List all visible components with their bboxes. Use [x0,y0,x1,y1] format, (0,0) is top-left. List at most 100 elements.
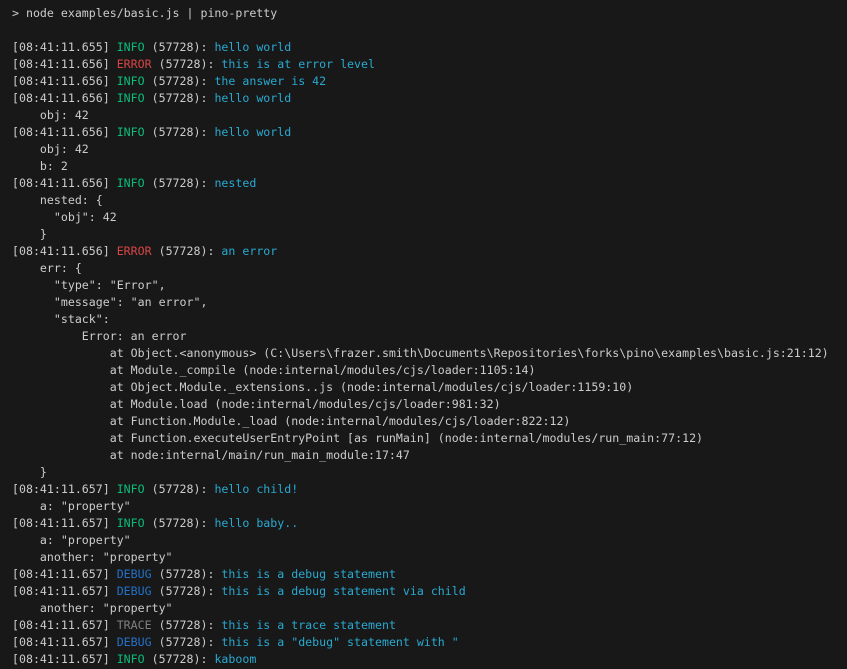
log-message: this is a debug statement [221,567,396,581]
pid: (57728): [152,618,222,632]
terminal-line: [08:41:11.656] ERROR (57728): an error [12,243,847,260]
timestamp: [08:41:11.657] [12,584,117,598]
log-level: TRACE [117,618,152,632]
pid: (57728): [152,244,222,258]
pid: (57728): [145,91,215,105]
terminal-line: [08:41:11.656] INFO (57728): nested [12,175,847,192]
property: } [12,227,47,241]
terminal-line: a: "property" [12,498,847,515]
terminal-line: obj: 42 [12,107,847,124]
log-message: hello baby.. [214,516,298,530]
log-level: INFO [117,125,145,139]
property: "stack": [12,312,110,326]
pid: (57728): [145,125,215,139]
log-level: INFO [117,74,145,88]
property: a: "property" [12,533,131,547]
terminal-line: [08:41:11.657] DEBUG (57728): this is a … [12,583,847,600]
prompt-symbol: > [12,6,26,20]
log-level: DEBUG [117,567,152,581]
log-level: INFO [117,482,145,496]
log-level: INFO [117,652,145,666]
terminal-line: at Module.load (node:internal/modules/cj… [12,396,847,413]
terminal-line: [08:41:11.657] DEBUG (57728): this is a … [12,634,847,651]
terminal-line: [08:41:11.657] INFO (57728): hello child… [12,481,847,498]
log-message: nested [214,176,256,190]
log-level: DEBUG [117,584,152,598]
property: another: "property" [12,550,173,564]
terminal-line: [08:41:11.655] INFO (57728): hello world [12,39,847,56]
terminal-line: Error: an error [12,328,847,345]
log-level: ERROR [117,244,152,258]
terminal-line: at Function.executeUserEntryPoint [as ru… [12,430,847,447]
stack-line: Error: an error [12,329,187,343]
stack-line: at Object.<anonymous> (C:\Users\frazer.s… [12,346,829,360]
property: nested: { [12,193,103,207]
log-message: kaboom [214,652,256,666]
terminal-line: [08:41:11.657] DEBUG (57728): this is a … [12,566,847,583]
terminal[interactable]: > node examples/basic.js | pino-pretty [0… [0,0,847,669]
terminal-line: another: "property" [12,600,847,617]
timestamp: [08:41:11.656] [12,176,117,190]
terminal-line: at node:internal/main/run_main_module:17… [12,447,847,464]
pid: (57728): [152,584,222,598]
pid: (57728): [145,516,215,530]
log-level: INFO [117,176,145,190]
terminal-line: at Object.<anonymous> (C:\Users\frazer.s… [12,345,847,362]
timestamp: [08:41:11.656] [12,91,117,105]
pid: (57728): [152,567,222,581]
stack-line: at Module._compile (node:internal/module… [12,363,536,377]
stack-line: at Function.Module._load (node:internal/… [12,414,570,428]
terminal-line: at Object.Module._extensions..js (node:i… [12,379,847,396]
log-level: DEBUG [117,635,152,649]
log-message: hello world [214,125,291,139]
stack-line: at node:internal/main/run_main_module:17… [12,448,410,462]
stack-line: at Object.Module._extensions..js (node:i… [12,380,633,394]
log-message: hello world [214,91,291,105]
terminal-line: another: "property" [12,549,847,566]
property: obj: 42 [12,142,89,156]
terminal-line: obj: 42 [12,141,847,158]
property: "type": "Error", [12,278,166,292]
timestamp: [08:41:11.657] [12,652,117,666]
property: err: { [12,261,82,275]
terminal-line: at Module._compile (node:internal/module… [12,362,847,379]
terminal-line: err: { [12,260,847,277]
log-level: INFO [117,516,145,530]
terminal-line: [08:41:11.656] INFO (57728): hello world [12,124,847,141]
terminal-line: a: "property" [12,532,847,549]
terminal-line: } [12,226,847,243]
command: node examples/basic.js | pino-pretty [26,6,277,20]
stack-line: at Module.load (node:internal/modules/cj… [12,397,501,411]
timestamp: [08:41:11.656] [12,244,117,258]
pid: (57728): [145,40,215,54]
terminal-line: > node examples/basic.js | pino-pretty [12,5,847,22]
timestamp: [08:41:11.656] [12,125,117,139]
property: obj: 42 [12,108,89,122]
terminal-line: [08:41:11.656] ERROR (57728): this is at… [12,56,847,73]
property: b: 2 [12,159,68,173]
property: "message": "an error", [12,295,207,309]
terminal-line: at Function.Module._load (node:internal/… [12,413,847,430]
terminal-line: [08:41:11.657] TRACE (57728): this is a … [12,617,847,634]
log-level: INFO [117,40,145,54]
log-message: this is a trace statement [221,618,396,632]
terminal-line: "type": "Error", [12,277,847,294]
log-message: the answer is 42 [214,74,326,88]
log-message: hello world [214,40,291,54]
terminal-output: > node examples/basic.js | pino-pretty [0… [12,5,847,668]
log-message: hello child! [214,482,298,496]
terminal-line: "stack": [12,311,847,328]
timestamp: [08:41:11.655] [12,40,117,54]
log-message: this is a "debug" statement with " [221,635,458,649]
terminal-line: } [12,464,847,481]
log-message: this is at error level [221,57,375,71]
property: a: "property" [12,499,131,513]
log-message: an error [221,244,277,258]
timestamp: [08:41:11.656] [12,74,117,88]
pid: (57728): [152,635,222,649]
terminal-line: [08:41:11.657] INFO (57728): kaboom [12,651,847,668]
log-level: ERROR [117,57,152,71]
log-level: INFO [117,91,145,105]
terminal-line: b: 2 [12,158,847,175]
terminal-line: [08:41:11.656] INFO (57728): hello world [12,90,847,107]
